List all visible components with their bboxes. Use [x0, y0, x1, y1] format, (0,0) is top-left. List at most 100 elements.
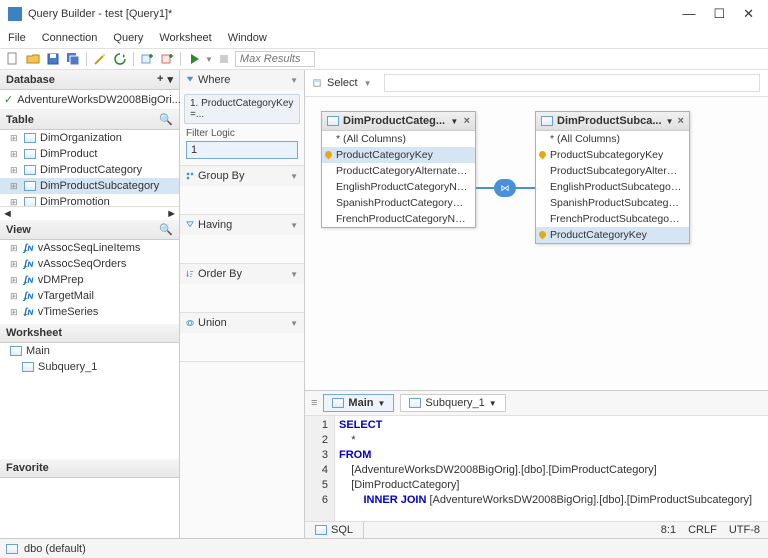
- view-panel-header: View 🔍: [0, 220, 179, 240]
- titlebar: Query Builder - test [Query1]* — ☐ ✕: [0, 0, 768, 28]
- table-item: ⊞DimProduct: [0, 146, 179, 162]
- add2-icon[interactable]: [158, 51, 176, 67]
- diagram-canvas[interactable]: DimProductCateg...▼× * (All Columns) Pro…: [305, 97, 768, 390]
- wand-icon[interactable]: [91, 51, 109, 67]
- menu-window[interactable]: Window: [228, 32, 267, 44]
- open-icon[interactable]: [24, 51, 42, 67]
- app-icon: [8, 7, 22, 21]
- window-title: Query Builder - test [Query1]*: [28, 8, 172, 20]
- sql-editor[interactable]: 123456 SELECT * FROM [AdventureWorksDW20…: [305, 416, 768, 521]
- table-panel-header: Table 🔍: [0, 110, 179, 130]
- hscroll[interactable]: ◄►: [0, 206, 179, 220]
- table-tree[interactable]: ⊞DimOrganization ⊞DimProduct ⊞DimProduct…: [0, 130, 179, 206]
- worksheet-item: Main: [0, 343, 179, 359]
- favorite-panel-header: Favorite: [0, 459, 179, 478]
- view-item: ⊞ʄɴvTargetMail: [0, 288, 179, 304]
- tab-subquery[interactable]: Subquery_1▼: [400, 394, 505, 412]
- stop-icon[interactable]: [215, 51, 233, 67]
- column-row[interactable]: EnglishProductSubcategoryN...: [536, 179, 689, 195]
- worksheet-panel-header: Worksheet: [0, 324, 179, 343]
- table-window-1[interactable]: DimProductCateg...▼× * (All Columns) Pro…: [321, 111, 476, 228]
- view-item: ⊞ʄɴvAssocSeqOrders: [0, 256, 179, 272]
- column-row[interactable]: SpanishProductCategoryName: [322, 195, 475, 211]
- tab-main[interactable]: Main▼: [323, 394, 394, 412]
- menubar: File Connection Query Worksheet Window: [0, 28, 768, 48]
- where-header[interactable]: Where▼: [180, 70, 304, 90]
- column-row[interactable]: ProductSubcategoryKey: [536, 147, 689, 163]
- column-row[interactable]: * (All Columns): [536, 131, 689, 147]
- view-item: ⊞ʄɴvDMPrep: [0, 272, 179, 288]
- toolbar: ▼: [0, 48, 768, 70]
- column-row[interactable]: * (All Columns): [322, 131, 475, 147]
- column-row[interactable]: SpanishProductSubcategoryN...: [536, 195, 689, 211]
- column-row[interactable]: FrenchProductSubcategoryN...: [536, 211, 689, 227]
- database-panel-header: Database +▾: [0, 70, 179, 90]
- schema-label[interactable]: dbo (default): [24, 543, 86, 555]
- column-row[interactable]: ProductCategoryKey: [322, 147, 475, 163]
- close-button[interactable]: ✕: [743, 6, 754, 22]
- close-icon[interactable]: ×: [464, 115, 470, 127]
- db-menu-icon[interactable]: ▾: [167, 73, 173, 86]
- groupby-header[interactable]: Group By▼: [180, 166, 304, 186]
- maximize-button[interactable]: ☐: [713, 6, 725, 22]
- footer: dbo (default): [0, 538, 768, 558]
- line-gutter: 123456: [305, 416, 335, 521]
- database-row[interactable]: ✓ AdventureWorksDW2008BigOri...: [0, 90, 179, 110]
- view-item: ⊞ʄɴvTimeSeries: [0, 304, 179, 316]
- close-icon[interactable]: ×: [678, 115, 684, 127]
- table-window-2[interactable]: DimProductSubca...▼× * (All Columns) Pro…: [535, 111, 690, 244]
- sql-tab-button[interactable]: SQL: [305, 522, 364, 538]
- schema-icon: [6, 544, 18, 554]
- select-field[interactable]: [384, 74, 761, 92]
- sql-tabs: ≡ Main▼ Subquery_1▼: [305, 391, 768, 416]
- sql-statusbar: SQL 8:1 CRLF UTF-8: [305, 521, 768, 538]
- select-icon: [313, 79, 321, 87]
- select-bar: Select ▼: [305, 70, 768, 97]
- save-icon[interactable]: [44, 51, 62, 67]
- view-tree[interactable]: ⊞ʄɴvAssocSeqLineItems ⊞ʄɴvAssocSeqOrders…: [0, 240, 179, 316]
- column-row[interactable]: EnglishProductCategoryName: [322, 179, 475, 195]
- table-item: ⊞DimProductCategory: [0, 162, 179, 178]
- having-header[interactable]: Having▼: [180, 215, 304, 235]
- sql-code[interactable]: SELECT * FROM [AdventureWorksDW2008BigOr…: [335, 416, 768, 521]
- run-dropdown-icon[interactable]: ▼: [205, 55, 213, 64]
- check-icon: ✓: [4, 93, 13, 106]
- select-dropdown-icon[interactable]: ▼: [364, 79, 372, 88]
- db-add-icon[interactable]: +: [157, 73, 163, 86]
- refresh-icon[interactable]: [111, 51, 129, 67]
- join-line: [515, 187, 535, 189]
- join-line: [476, 187, 496, 189]
- where-condition[interactable]: 1. ProductCategoryKey =...: [184, 94, 300, 124]
- tabs-menu-icon[interactable]: ≡: [311, 397, 317, 409]
- database-name: AdventureWorksDW2008BigOri...: [17, 94, 181, 106]
- filter-logic-input[interactable]: 1: [186, 141, 298, 159]
- orderby-header[interactable]: Order By▼: [180, 264, 304, 284]
- table-item: ⊞DimOrganization: [0, 130, 179, 146]
- column-row[interactable]: ProductCategoryKey: [536, 227, 689, 243]
- save-all-icon[interactable]: [64, 51, 82, 67]
- menu-connection[interactable]: Connection: [42, 32, 98, 44]
- select-label: Select: [327, 77, 358, 89]
- line-ending: CRLF: [688, 524, 717, 536]
- max-results-input[interactable]: [235, 51, 315, 67]
- encoding: UTF-8: [729, 524, 760, 536]
- menu-query[interactable]: Query: [113, 32, 143, 44]
- view-item: ⊞ʄɴvAssocSeqLineItems: [0, 240, 179, 256]
- filter-logic-label: Filter Logic: [186, 128, 298, 139]
- column-row[interactable]: ProductCategoryAlternateKey: [322, 163, 475, 179]
- worksheet-tree[interactable]: Main Subquery_1: [0, 343, 179, 383]
- new-icon[interactable]: [4, 51, 22, 67]
- column-row[interactable]: ProductSubcategoryAlternat...: [536, 163, 689, 179]
- menu-worksheet[interactable]: Worksheet: [159, 32, 211, 44]
- menu-file[interactable]: File: [8, 32, 26, 44]
- search-icon[interactable]: 🔍: [159, 223, 173, 236]
- minimize-button[interactable]: —: [682, 6, 695, 22]
- search-icon[interactable]: 🔍: [159, 113, 173, 126]
- join-icon[interactable]: ⋈: [494, 179, 516, 197]
- column-row[interactable]: FrenchProductCategoryName: [322, 211, 475, 227]
- run-icon[interactable]: [185, 51, 203, 67]
- table-item: ⊞DimProductSubcategory: [0, 178, 179, 194]
- union-header[interactable]: Union▼: [180, 313, 304, 333]
- add-icon[interactable]: [138, 51, 156, 67]
- cursor-pos: 8:1: [661, 524, 676, 536]
